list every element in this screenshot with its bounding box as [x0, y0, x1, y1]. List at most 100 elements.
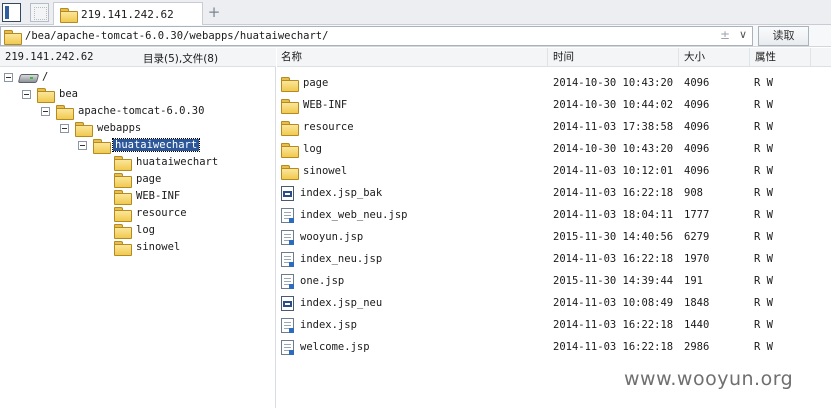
tab-title: 219.141.242.62 — [81, 7, 174, 21]
file-size: 908 — [684, 187, 703, 199]
path-input[interactable]: /bea/apache-tomcat-6.0.30/webapps/huatai… — [0, 26, 753, 46]
file-time: 2015-11-30 14:40:56 — [553, 231, 674, 243]
file-time: 2014-11-03 17:38:58 — [553, 121, 674, 133]
watermark: www.wooyun.org — [624, 368, 794, 390]
table-row[interactable]: index_neu.jsp 2014-11-03 16:22:18 1970 R… — [277, 248, 811, 270]
directory-tree-pane: 219.141.242.62 目录(5),文件(8) / bea apache-… — [0, 48, 276, 408]
jsp-file-icon — [281, 207, 294, 223]
file-attr: R W — [754, 319, 773, 331]
item-count: 目录(5),文件(8) — [143, 53, 219, 65]
folder-icon — [114, 189, 132, 205]
folder-icon — [114, 206, 132, 222]
collapse-icon[interactable] — [60, 123, 69, 133]
tree-node-page[interactable]: page — [99, 171, 163, 188]
file-size: 6279 — [684, 231, 710, 243]
table-row[interactable]: index.jsp_neu 2014-11-03 10:08:49 1848 R… — [277, 292, 811, 314]
tree-node-webapps[interactable]: webapps — [60, 120, 143, 137]
file-attr: R W — [754, 297, 773, 309]
table-row[interactable]: resource 2014-11-03 17:38:58 4096 R W — [277, 116, 811, 138]
table-row[interactable]: welcome.jsp 2014-11-03 16:22:18 2986 R W — [277, 336, 811, 358]
collapse-icon[interactable] — [41, 106, 50, 116]
tree-node-label: bea — [59, 88, 78, 100]
jsp-file-icon — [281, 229, 294, 245]
column-header-time[interactable]: 时间 — [549, 48, 679, 67]
file-name: index.jsp_neu — [300, 297, 383, 309]
collapse-icon[interactable] — [78, 140, 87, 150]
file-attr: R W — [754, 121, 773, 133]
file-attr: R W — [754, 165, 773, 177]
folder-icon — [56, 104, 74, 120]
tree-header: 219.141.242.62 目录(5),文件(8) — [0, 48, 276, 67]
tree-node-resource[interactable]: resource — [99, 205, 189, 222]
column-header-size[interactable]: 大小 — [680, 48, 750, 67]
file-time: 2014-10-30 10:43:20 — [553, 143, 674, 155]
tree-node-root[interactable]: / — [4, 69, 50, 85]
folder-icon — [75, 121, 93, 137]
tree-node-huataiwechart[interactable]: huataiwechart — [78, 137, 201, 154]
tree-node-log[interactable]: log — [99, 222, 157, 239]
column-header-attr[interactable]: 属性 — [751, 48, 811, 67]
tree-node-label: / — [42, 71, 49, 83]
file-size: 4096 — [684, 77, 710, 89]
tab-bar: 219.141.242.62 + — [0, 0, 831, 25]
file-list-pane: 名称 时间 大小 属性 page 2014-10-30 10:43:20 409… — [277, 48, 831, 408]
file-time: 2014-11-03 16:22:18 — [553, 187, 674, 199]
file-size: 4096 — [684, 99, 710, 111]
file-size: 4096 — [684, 165, 710, 177]
column-header-name[interactable]: 名称 — [277, 48, 548, 67]
table-row[interactable]: one.jsp 2015-11-30 14:39:44 191 R W — [277, 270, 811, 292]
file-name: page — [303, 77, 329, 89]
collapse-icon[interactable] — [4, 72, 13, 82]
file-size: 4096 — [684, 121, 710, 133]
chevron-down-icon[interactable]: ∨ — [739, 28, 747, 41]
tree-node-web-inf[interactable]: WEB-INF — [99, 188, 182, 205]
tree-node-label: webapps — [97, 122, 142, 134]
config-file-icon — [281, 295, 294, 311]
folder-icon — [4, 29, 22, 45]
file-attr: R W — [754, 143, 773, 155]
table-row[interactable]: index.jsp 2014-11-03 16:22:18 1440 R W — [277, 314, 811, 336]
collapse-icon[interactable] — [22, 89, 31, 99]
drive-icon — [19, 71, 36, 83]
table-row[interactable]: index_web_neu.jsp 2014-11-03 18:04:11 17… — [277, 204, 811, 226]
plus-minus-icon[interactable]: ± — [720, 28, 730, 42]
file-list-header: 名称 时间 大小 属性 — [277, 48, 831, 67]
file-size: 2986 — [684, 341, 710, 353]
table-row[interactable]: sinowel 2014-11-03 10:12:01 4096 R W — [277, 160, 811, 182]
file-name: index.jsp — [300, 319, 357, 331]
jsp-file-icon — [281, 273, 294, 289]
file-attr: R W — [754, 77, 773, 89]
folder-icon — [114, 223, 132, 239]
file-size: 1970 — [684, 253, 710, 265]
file-attr: R W — [754, 187, 773, 199]
folder-icon — [114, 172, 132, 188]
folder-open-icon — [93, 138, 111, 154]
jsp-file-icon — [281, 339, 294, 355]
tree-node-label: WEB-INF — [136, 190, 181, 202]
folder-icon — [281, 76, 299, 92]
config-file-icon — [281, 185, 294, 201]
table-row[interactable]: log 2014-10-30 10:43:20 4096 R W — [277, 138, 811, 160]
tree-node-bea[interactable]: bea — [22, 86, 80, 103]
file-time: 2014-11-03 10:12:01 — [553, 165, 674, 177]
table-row[interactable]: wooyun.jsp 2015-11-30 14:40:56 6279 R W — [277, 226, 811, 248]
tree-node-huataiwechart-child[interactable]: huataiwechart — [99, 154, 220, 171]
file-attr: R W — [754, 341, 773, 353]
tab-host[interactable]: 219.141.242.62 — [53, 2, 203, 25]
tree-node-apache-tomcat[interactable]: apache-tomcat-6.0.30 — [41, 103, 206, 120]
file-attr: R W — [754, 209, 773, 221]
panel-toggle-button[interactable] — [2, 3, 21, 22]
file-name: log — [303, 143, 322, 155]
new-window-button[interactable] — [30, 3, 49, 22]
file-name: index_web_neu.jsp — [300, 209, 408, 221]
tree-node-sinowel[interactable]: sinowel — [99, 239, 182, 256]
table-row[interactable]: WEB-INF 2014-10-30 10:44:02 4096 R W — [277, 94, 811, 116]
add-tab-button[interactable]: + — [205, 3, 223, 21]
file-name: welcome.jsp — [300, 341, 370, 353]
table-row[interactable]: index.jsp_bak 2014-11-03 16:22:18 908 R … — [277, 182, 811, 204]
host-label: 219.141.242.62 — [5, 51, 94, 63]
file-name: index_neu.jsp — [300, 253, 383, 265]
folder-icon — [114, 240, 132, 256]
table-row[interactable]: page 2014-10-30 10:43:20 4096 R W — [277, 72, 811, 94]
read-button[interactable]: 读取 — [758, 26, 809, 46]
